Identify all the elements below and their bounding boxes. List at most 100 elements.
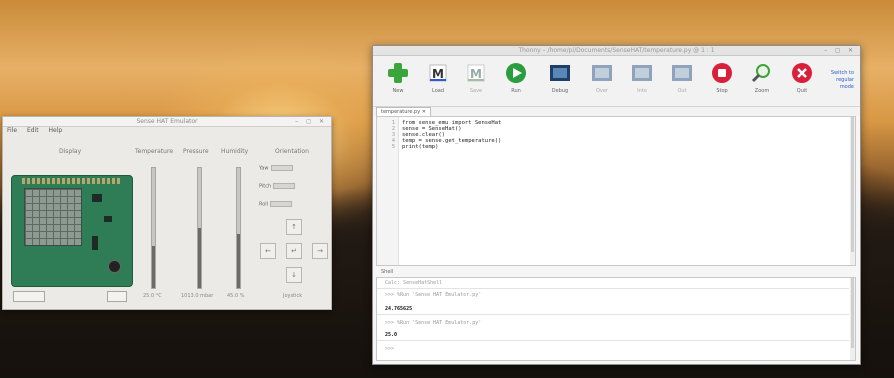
code-editor[interactable]: 1 2 3 4 5 from sense_emu import SenseHat… [376,116,856,266]
sensor-chip [92,194,102,202]
quit-button[interactable]: Quit [787,62,817,94]
menu-help[interactable]: Help [49,127,63,134]
temperature-slider-fill [152,246,155,288]
editor-titlebar[interactable]: Thonny – /home/pi/Documents/SenseHAT/tem… [373,46,860,56]
shell-separator [377,288,849,289]
flip-button[interactable] [107,291,127,302]
step-over-label: Over [595,88,609,94]
step-over-button[interactable]: Over [587,62,617,94]
editor-title: Thonny – /home/pi/Documents/SenseHAT/tem… [518,47,715,54]
zoom-label: Zoom [754,88,770,94]
pressure-slider-fill [198,228,201,288]
new-label: New [392,88,404,94]
roll-control[interactable]: Roll [259,201,293,208]
zoom-button[interactable]: Zoom [747,62,777,94]
line-number: 5 [391,144,395,150]
joystick-up-button[interactable]: ↑ [286,219,302,235]
humidity-slider-fill [237,234,240,288]
step-out-label: Out [677,88,687,94]
sense-hat-board [11,175,133,287]
pressure-readout: 1013.0 mbar [181,293,214,299]
run-button[interactable]: Run [501,62,531,94]
emulator-title: Sense HAT Emulator [136,118,198,125]
sensor-chip [104,216,112,222]
roll-slider[interactable] [270,201,293,207]
save-icon: M [465,62,487,84]
load-icon: M [427,62,449,84]
emulator-titlebar[interactable]: Sense HAT Emulator – ◻ ✕ [3,117,331,127]
emulator-menubar: File Edit Help [3,127,331,137]
tab-temperature[interactable]: temperature.py ✕ [376,107,431,116]
roll-label: Roll [259,201,269,208]
joystick-center-button[interactable]: ↵ [286,243,302,259]
debug-label: Debug [551,88,569,94]
zoom-icon [751,62,773,84]
menu-file[interactable]: File [7,127,17,134]
debug-button[interactable]: Debug [545,62,575,94]
step-into-button[interactable]: Into [627,62,657,94]
editor-scrollbar[interactable] [850,117,855,265]
stop-icon [711,62,733,84]
pitch-slider[interactable] [273,183,296,189]
joystick-right-button[interactable]: → [312,243,328,259]
shell-separator [377,340,849,341]
rotate-button[interactable] [13,291,45,302]
emulator-window-controls[interactable]: – ◻ ✕ [295,118,327,125]
joystick-left-button[interactable]: ← [260,243,276,259]
run-label: Run [511,88,521,94]
line-number-gutter: 1 2 3 4 5 [377,117,399,265]
shell-output: 25.0 [385,332,398,338]
mode-switch-line: mode [839,84,854,90]
load-label: Load [432,88,444,94]
mode-switch-line: Switch to [830,70,854,76]
joystick-down-button[interactable]: ↓ [286,267,302,283]
pitch-control[interactable]: Pitch [259,183,296,190]
shell-scrollbar[interactable] [850,278,855,360]
menu-edit[interactable]: Edit [27,127,39,134]
yaw-slider[interactable] [270,165,293,171]
joystick-knob[interactable] [108,260,121,273]
shell-line: Calc: SenseHatShell [385,280,443,286]
joystick-label: Joystick [283,293,303,299]
stop-button[interactable]: Stop [707,62,737,94]
sensor-chip [92,236,98,250]
editor-window-controls[interactable]: – ◻ ✕ [824,47,856,54]
step-out-icon [671,62,693,84]
temperature-readout: 25.0 °C [143,293,162,299]
shell-separator [377,314,849,315]
quit-label: Quit [796,88,808,94]
pitch-label: Pitch [259,183,272,190]
shell-line: >>> %Run 'Sense HAT Emulator.py' [385,320,482,326]
shell-line: >>> %Run 'Sense HAT Emulator.py' [385,292,482,298]
yaw-label: Yaw [259,165,269,172]
shell-panel[interactable]: Calc: SenseHatShell >>> %Run 'Sense HAT … [376,277,856,361]
debug-icon [549,62,571,84]
save-label: Save [469,88,483,94]
display-header: Display [59,148,82,155]
sense-hat-emulator-window: Sense HAT Emulator – ◻ ✕ File Edit Help … [2,116,332,310]
pressure-header: Pressure [183,148,209,155]
step-into-label: Into [637,88,647,94]
step-out-button[interactable]: Out [667,62,697,94]
shell-scroll-thumb[interactable] [851,278,854,348]
svg-text:M: M [470,67,482,81]
quit-icon [791,62,813,84]
shell-prompt[interactable]: >>> [385,346,394,352]
orientation-header: Orientation [275,148,309,155]
code-text[interactable]: from sense_emu import SenseHat sense = S… [402,120,501,150]
mode-switch-link[interactable]: Switch to regular mode [831,70,854,91]
step-into-icon [631,62,653,84]
code-line: print(temp) [402,144,439,150]
led-matrix[interactable] [24,188,82,246]
step-over-icon [591,62,613,84]
run-icon [505,62,527,84]
save-button[interactable]: M Save [461,62,491,94]
yaw-control[interactable]: Yaw [259,165,293,172]
toolbar: New M Load M Save Run Debug Over Into Ou… [373,56,860,107]
shell-label: Shell [381,269,394,275]
new-button[interactable]: New [383,62,413,94]
humidity-readout: 45.0 % [227,293,245,299]
load-button[interactable]: M Load [423,62,453,94]
mode-switch-line: regular [836,77,854,83]
editor-scroll-thumb[interactable] [851,117,854,252]
